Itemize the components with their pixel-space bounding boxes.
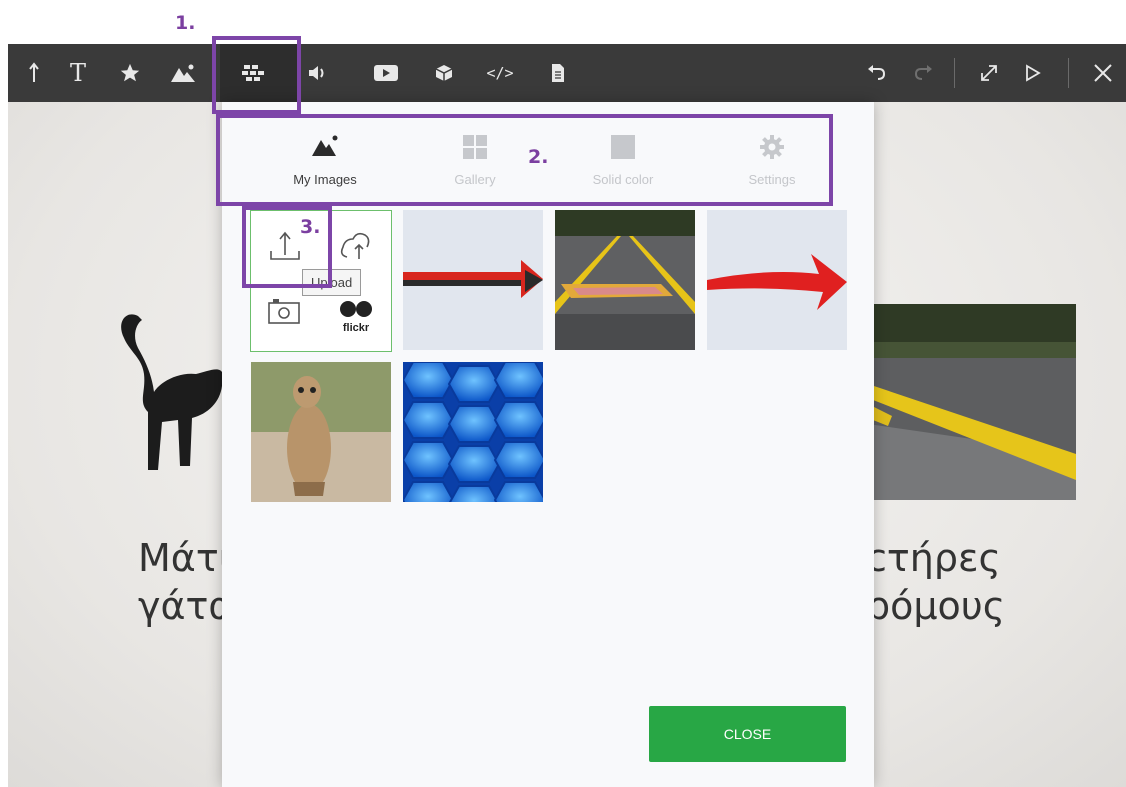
grid-icon	[463, 135, 487, 159]
annotation-number-3: 3.	[300, 216, 321, 238]
tab-solid-color[interactable]: Solid color	[548, 120, 698, 202]
cat-image	[121, 314, 222, 470]
annotation-number-1: 1.	[175, 12, 196, 34]
image-icon[interactable]	[165, 44, 201, 102]
road-photo	[868, 304, 1076, 500]
tab-label: Solid color	[592, 172, 654, 187]
text-icon[interactable]: T	[60, 44, 96, 102]
background-icon[interactable]	[236, 44, 272, 102]
close-button[interactable]: CLOSE	[649, 706, 846, 762]
upload-button[interactable]	[265, 225, 305, 265]
fullscreen-icon[interactable]	[971, 44, 1007, 102]
play-icon[interactable]	[1015, 44, 1051, 102]
screen: Μάτι γάτα ϲτήρες ρόμους T </> My Images …	[0, 0, 1126, 787]
flickr-icon	[340, 301, 372, 317]
undo-icon[interactable]	[858, 44, 894, 102]
link-cloud-icon	[340, 232, 370, 259]
upload-icon	[270, 231, 300, 260]
mountain-image-icon	[312, 135, 338, 156]
slide-left-text: Μάτι γάτα	[138, 534, 233, 630]
flickr-button[interactable]: flickr	[331, 295, 381, 345]
star-icon[interactable]	[112, 44, 148, 102]
text-tool-label: T	[69, 59, 86, 87]
background-dialog: My Images Gallery Solid color Settings f…	[222, 102, 874, 787]
annotation-number-2: 2.	[528, 146, 549, 168]
document-icon[interactable]	[540, 44, 576, 102]
tab-label: Settings	[748, 172, 796, 187]
3d-object-icon[interactable]	[426, 44, 462, 102]
toolbar-separator	[954, 58, 955, 88]
slide-left-line2: γάτα	[138, 584, 234, 628]
toolbar-separator	[1068, 58, 1069, 88]
close-icon[interactable]	[1085, 44, 1121, 102]
slide-right-text: ϲτήρες ρόμους	[866, 534, 1005, 630]
video-icon[interactable]	[368, 44, 404, 102]
audio-icon[interactable]	[300, 44, 336, 102]
slide-right-line1: ϲτήρες	[866, 536, 1001, 580]
camera-icon	[268, 299, 300, 324]
upload-tooltip: Upload	[302, 269, 362, 296]
image-thumb-blue-hexagons[interactable]	[403, 362, 543, 502]
tab-settings[interactable]: Settings	[697, 120, 847, 202]
editor-toolbar: T </>	[8, 44, 1126, 102]
image-thumb-road[interactable]	[555, 210, 695, 350]
image-thumb-red-arrow[interactable]	[403, 210, 543, 350]
tab-my-images[interactable]: My Images	[250, 120, 400, 202]
upload-icon[interactable]	[16, 44, 52, 102]
link-upload-button[interactable]	[335, 225, 375, 265]
flickr-label: flickr	[342, 322, 370, 334]
image-thumb-curved-arrow[interactable]	[707, 210, 847, 350]
tab-label: My Images	[293, 172, 357, 187]
embed-code-label: </>	[486, 64, 514, 82]
webcam-button[interactable]	[265, 297, 305, 337]
tab-label: Gallery	[454, 172, 496, 187]
slide-left-line1: Μάτι	[138, 536, 232, 580]
gear-icon	[760, 135, 784, 159]
slide-right-line2: ρόμους	[866, 584, 1006, 628]
image-thumb-meerkat[interactable]	[251, 362, 391, 502]
square-icon	[611, 135, 635, 159]
redo-icon[interactable]	[906, 44, 942, 102]
embed-code-icon[interactable]: </>	[482, 44, 518, 102]
